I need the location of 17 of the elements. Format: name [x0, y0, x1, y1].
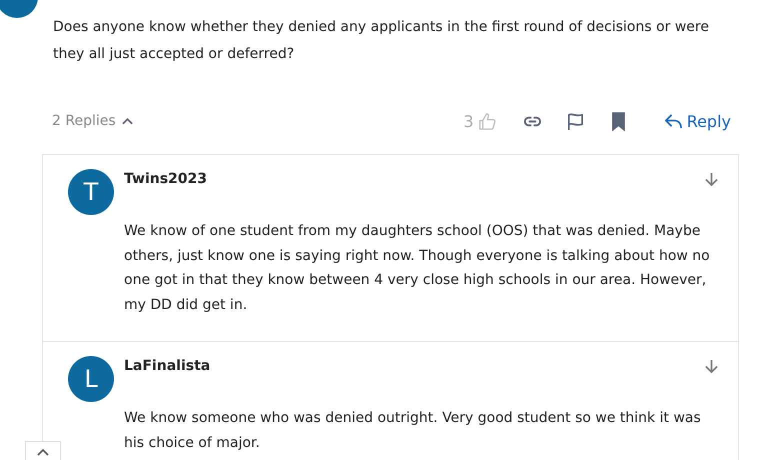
chevron-icon: [122, 117, 133, 125]
reply-text: We know of one student from my daughters school (OOS) that was denied. Maybe others, just know one is saying right now. Though everyone is talking about how no one got in that they know between 4 very close high schools in our area. However, my DD did get in.: [124, 222, 711, 314]
thumbs-up-icon[interactable]: [478, 112, 497, 130]
down-arrow-icon[interactable]: [705, 172, 718, 186]
reply-text: We know someone who was denied outright. Very good student so we think it was his choice of major.: [124, 409, 702, 452]
author-name: LaFinalista: [124, 358, 210, 374]
reply-arrow-icon: [664, 112, 683, 130]
down-arrow-icon[interactable]: [705, 358, 718, 374]
like-count: 3: [464, 112, 474, 130]
replies-toggle[interactable]: 2 Replies: [52, 113, 133, 129]
reply-button[interactable]: Reply: [664, 112, 731, 130]
chevron-icon: [37, 448, 49, 456]
author-name: Twins2023: [124, 171, 208, 187]
flag-icon[interactable]: [566, 112, 585, 130]
avatar-circle: T: [68, 169, 114, 215]
post-text: Does anyone know whether they denied any applicants in the first round of decisions or were they all just accepted or deferred?: [53, 18, 710, 64]
avatar-circle: L: [68, 356, 114, 402]
